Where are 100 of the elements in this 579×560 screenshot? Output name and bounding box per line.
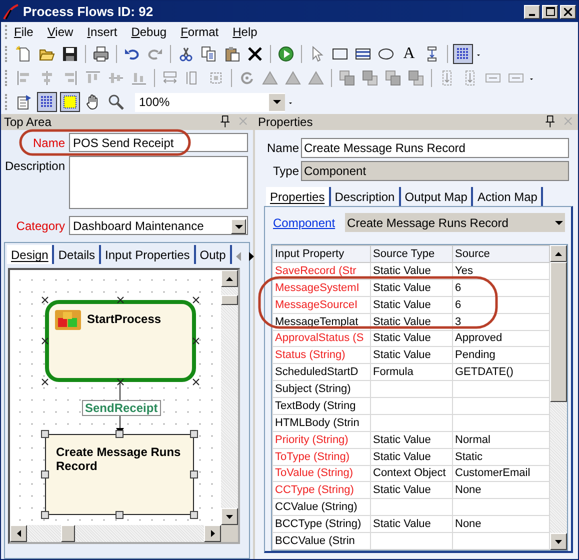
component-link[interactable]: Component bbox=[273, 216, 336, 230]
align-right-icon[interactable] bbox=[62, 70, 78, 86]
table-cell: TextBody (String bbox=[272, 398, 370, 414]
dropdown-button[interactable] bbox=[269, 94, 285, 110]
same-size-icon[interactable] bbox=[208, 70, 224, 86]
table-cell: MessageSourceI bbox=[272, 296, 370, 314]
menu-item[interactable]: File bbox=[14, 25, 42, 39]
align-middle-icon[interactable] bbox=[108, 70, 124, 86]
table-cell: ScheduledStartD bbox=[272, 364, 370, 381]
send-back-icon[interactable] bbox=[362, 70, 378, 86]
menu-item[interactable]: View bbox=[47, 25, 82, 39]
align-top-icon[interactable] bbox=[85, 70, 101, 86]
framed-rectangle-icon[interactable] bbox=[355, 46, 371, 62]
play-icon[interactable] bbox=[278, 46, 294, 62]
tab[interactable]: Description bbox=[330, 187, 401, 206]
scissors-icon[interactable] bbox=[178, 46, 194, 62]
text-tool-button[interactable]: A bbox=[399, 44, 419, 64]
ellipse-icon[interactable] bbox=[378, 46, 394, 62]
table-cell: CustomerEmail bbox=[452, 465, 550, 482]
dot-grid-icon bbox=[455, 46, 471, 62]
bring-front-icon[interactable] bbox=[339, 70, 355, 86]
delete-icon[interactable] bbox=[247, 46, 263, 62]
field-label: Name bbox=[32, 135, 65, 152]
scrollbar-thumb[interactable] bbox=[221, 295, 238, 305]
table-cell: None bbox=[452, 516, 550, 532]
arrow-up-icon bbox=[226, 276, 233, 280]
scrollbar-thumb[interactable] bbox=[550, 262, 567, 402]
tab[interactable]: Design bbox=[7, 245, 54, 264]
tab[interactable]: Action Map bbox=[473, 187, 544, 206]
fill-toggle[interactable] bbox=[60, 92, 80, 112]
menu-item[interactable]: Format bbox=[180, 25, 227, 39]
minimize-button[interactable] bbox=[524, 4, 540, 18]
name-field[interactable]: POS Send Receipt bbox=[69, 133, 248, 152]
bring-front-icon[interactable] bbox=[385, 70, 401, 86]
table-cell: CCType (String) bbox=[272, 482, 370, 499]
table-cell: Static Value bbox=[370, 330, 452, 347]
name-field[interactable]: Create Message Runs Record bbox=[301, 138, 569, 158]
undo-icon[interactable] bbox=[124, 46, 140, 62]
zoom-icon[interactable] bbox=[108, 94, 124, 110]
arrow-left-icon bbox=[16, 530, 20, 537]
align-left-icon[interactable] bbox=[16, 70, 32, 86]
maximize-button[interactable] bbox=[542, 4, 558, 18]
triangle-icon[interactable] bbox=[262, 70, 278, 86]
scroll-up-button[interactable] bbox=[221, 270, 238, 287]
triangle-icon[interactable] bbox=[285, 70, 301, 86]
table-cell: Context Object bbox=[370, 465, 452, 482]
tab[interactable]: Input Properties bbox=[101, 245, 196, 264]
paste-icon[interactable] bbox=[224, 46, 240, 62]
tab[interactable]: Properties bbox=[266, 187, 331, 206]
description-field[interactable] bbox=[69, 156, 248, 209]
same-width-icon[interactable] bbox=[162, 70, 178, 86]
table-cell: Static Value bbox=[370, 279, 452, 296]
column-header[interactable]: Source Type bbox=[370, 246, 452, 262]
design-canvas[interactable]: StartProcess SendReceipt Create Message Runs Record bbox=[10, 270, 221, 525]
table-cell: Status (String) bbox=[272, 346, 370, 364]
scroll-up-button[interactable] bbox=[550, 245, 567, 262]
new-file-icon[interactable] bbox=[16, 46, 32, 62]
table-cell: ToType (String) bbox=[272, 448, 370, 465]
table-cell: MessageTemplat bbox=[272, 313, 370, 330]
tab[interactable]: Outp bbox=[196, 245, 232, 264]
tab[interactable]: Details bbox=[54, 245, 102, 264]
save-icon[interactable] bbox=[62, 46, 78, 62]
rotate-icon[interactable] bbox=[239, 70, 255, 86]
menu-item[interactable]: Help bbox=[232, 25, 266, 39]
zoom-dropdown[interactable]: 100% bbox=[135, 92, 285, 112]
scroll-down-button[interactable] bbox=[550, 533, 567, 550]
printer-icon[interactable] bbox=[93, 46, 109, 62]
column-header[interactable]: Input Property bbox=[272, 246, 370, 262]
menu-item[interactable]: Insert bbox=[87, 25, 126, 39]
scroll-right-button[interactable] bbox=[204, 525, 221, 542]
fill-square-icon bbox=[62, 94, 78, 110]
component-node[interactable]: Create Message Runs Record bbox=[45, 434, 194, 515]
table-cell: Subject (String) bbox=[272, 380, 370, 398]
grid-view-toggle[interactable] bbox=[37, 92, 57, 112]
tab[interactable]: Output Map bbox=[400, 187, 474, 206]
panel-title: Properties bbox=[258, 115, 313, 129]
scrollbar-thumb[interactable] bbox=[61, 525, 75, 542]
properties-icon[interactable] bbox=[16, 94, 32, 110]
start-node[interactable]: StartProcess bbox=[45, 300, 196, 382]
component-dropdown[interactable]: Create Message Runs Record bbox=[345, 213, 565, 232]
align-bottom-icon[interactable] bbox=[131, 70, 147, 86]
category-dropdown[interactable]: Dashboard Maintenance bbox=[69, 216, 248, 235]
send-back-icon[interactable] bbox=[408, 70, 424, 86]
scroll-left-button[interactable] bbox=[10, 525, 27, 542]
copy-icon[interactable] bbox=[201, 46, 217, 62]
arrow-down-icon bbox=[555, 540, 562, 544]
caret-icon bbox=[273, 100, 281, 104]
close-button[interactable] bbox=[560, 4, 576, 18]
align-center-icon[interactable] bbox=[39, 70, 55, 86]
grid-toggle[interactable] bbox=[453, 44, 473, 64]
triangle-icon[interactable] bbox=[308, 70, 324, 86]
scroll-down-button[interactable] bbox=[221, 508, 238, 525]
menu-item[interactable]: Debug bbox=[131, 25, 175, 39]
table-cell: Yes bbox=[452, 262, 550, 280]
table-cell: None bbox=[452, 482, 550, 499]
rectangle-icon[interactable] bbox=[332, 46, 348, 62]
field-label: Description bbox=[5, 158, 65, 175]
table-cell: Static Value bbox=[370, 296, 452, 314]
column-header[interactable]: Source bbox=[452, 246, 550, 262]
minimize-icon bbox=[529, 14, 535, 16]
